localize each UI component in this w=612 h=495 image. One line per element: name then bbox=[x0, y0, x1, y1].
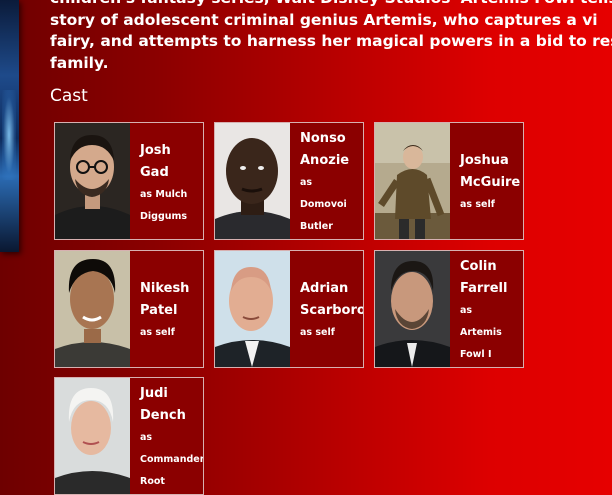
role-line: as Mulch bbox=[140, 189, 188, 200]
role-line: as bbox=[460, 305, 473, 316]
actor-name-line[interactable]: Gad bbox=[140, 162, 203, 184]
role-line: Root bbox=[140, 476, 165, 487]
actor-name-line[interactable]: Josh bbox=[140, 140, 203, 162]
role-line: as self bbox=[300, 327, 335, 338]
actor-name-line[interactable]: Scarborou bbox=[300, 300, 363, 322]
actor-name[interactable]: Joshua McGuire bbox=[460, 150, 523, 194]
character-role: as Mulch Diggums bbox=[140, 184, 203, 228]
role-line: Butler bbox=[300, 221, 333, 232]
actor-name-line[interactable]: Dench bbox=[140, 405, 203, 427]
role-line: Domovoi bbox=[300, 199, 347, 210]
character-role: as self bbox=[140, 322, 203, 344]
actor-photo[interactable] bbox=[375, 123, 450, 239]
actor-name-line[interactable]: Colin bbox=[460, 256, 523, 278]
actor-name-line[interactable]: Judi bbox=[140, 383, 203, 405]
cast-card-joshua-mcguire[interactable]: Joshua McGuire as self bbox=[374, 122, 524, 240]
synopsis-line: story of adolescent criminal genius Arte… bbox=[50, 10, 598, 29]
cast-info: Nikesh Patel as self bbox=[140, 251, 203, 367]
actor-photo[interactable] bbox=[55, 123, 130, 239]
actor-name[interactable]: Nonso Anozie bbox=[300, 128, 363, 172]
character-role: as self bbox=[460, 194, 523, 216]
cast-info: Nonso Anozie as Domovoi Butler bbox=[300, 123, 363, 239]
role-line: as self bbox=[460, 199, 495, 210]
actor-name-line[interactable]: Anozie bbox=[300, 150, 363, 172]
actor-name-line[interactable]: Patel bbox=[140, 300, 203, 322]
cast-card-nikesh-patel[interactable]: Nikesh Patel as self bbox=[54, 250, 204, 368]
role-line: Commander bbox=[140, 454, 204, 465]
synopsis-line: children's fantasy series, Walt Disney S… bbox=[50, 0, 612, 10]
actor-name[interactable]: Josh Gad bbox=[140, 140, 203, 184]
actor-name-line[interactable]: Nonso bbox=[300, 128, 363, 150]
role-line: Diggums bbox=[140, 211, 188, 222]
role-line: as self bbox=[140, 327, 175, 338]
cast-info: Adrian Scarborou as self bbox=[300, 251, 363, 367]
movie-poster-edge[interactable] bbox=[0, 0, 19, 252]
cast-info: Judi Dench as Commander Root bbox=[140, 378, 203, 494]
cast-info: Josh Gad as Mulch Diggums bbox=[140, 123, 203, 239]
actor-photo[interactable] bbox=[215, 251, 290, 367]
character-role: as self bbox=[300, 322, 363, 344]
character-role: as Domovoi Butler bbox=[300, 172, 363, 238]
actor-name-line[interactable]: Farrell bbox=[460, 278, 523, 300]
cast-info: Joshua McGuire as self bbox=[460, 123, 523, 239]
character-role: as Commander Root bbox=[140, 427, 203, 493]
cast-card-nonso-anozie[interactable]: Nonso Anozie as Domovoi Butler bbox=[214, 122, 364, 240]
actor-photo[interactable] bbox=[55, 378, 130, 494]
actor-name[interactable]: Adrian Scarborou bbox=[300, 278, 363, 322]
actor-name-line[interactable]: Joshua bbox=[460, 150, 523, 172]
actor-photo[interactable] bbox=[55, 251, 130, 367]
cast-heading: Cast bbox=[50, 86, 88, 106]
role-line: as bbox=[140, 432, 153, 443]
synopsis-text: children's fantasy series, Walt Disney S… bbox=[50, 0, 612, 74]
actor-name[interactable]: Judi Dench bbox=[140, 383, 203, 427]
character-role: as Artemis Fowl I bbox=[460, 300, 523, 366]
actor-photo[interactable] bbox=[375, 251, 450, 367]
cast-card-colin-farrell[interactable]: Colin Farrell as Artemis Fowl I bbox=[374, 250, 524, 368]
actor-name-line[interactable]: McGuire bbox=[460, 172, 523, 194]
synopsis-line: fairy, and attempts to harness her magic… bbox=[50, 32, 612, 50]
actor-name[interactable]: Colin Farrell bbox=[460, 256, 523, 300]
actor-photo[interactable] bbox=[215, 123, 290, 239]
role-line: Artemis bbox=[460, 327, 502, 338]
cast-card-judi-dench[interactable]: Judi Dench as Commander Root bbox=[54, 377, 204, 495]
role-line: Fowl I bbox=[460, 349, 492, 360]
actor-name[interactable]: Nikesh Patel bbox=[140, 278, 203, 322]
cast-card-josh-gad[interactable]: Josh Gad as Mulch Diggums bbox=[54, 122, 204, 240]
poster-glow bbox=[2, 90, 16, 180]
actor-name-line[interactable]: Adrian bbox=[300, 278, 363, 300]
cast-card-adrian-scarborough[interactable]: Adrian Scarborou as self bbox=[214, 250, 364, 368]
role-line: as bbox=[300, 177, 313, 188]
cast-info: Colin Farrell as Artemis Fowl I bbox=[460, 251, 523, 367]
synopsis-line: family. bbox=[50, 53, 109, 72]
actor-name-line[interactable]: Nikesh bbox=[140, 278, 203, 300]
